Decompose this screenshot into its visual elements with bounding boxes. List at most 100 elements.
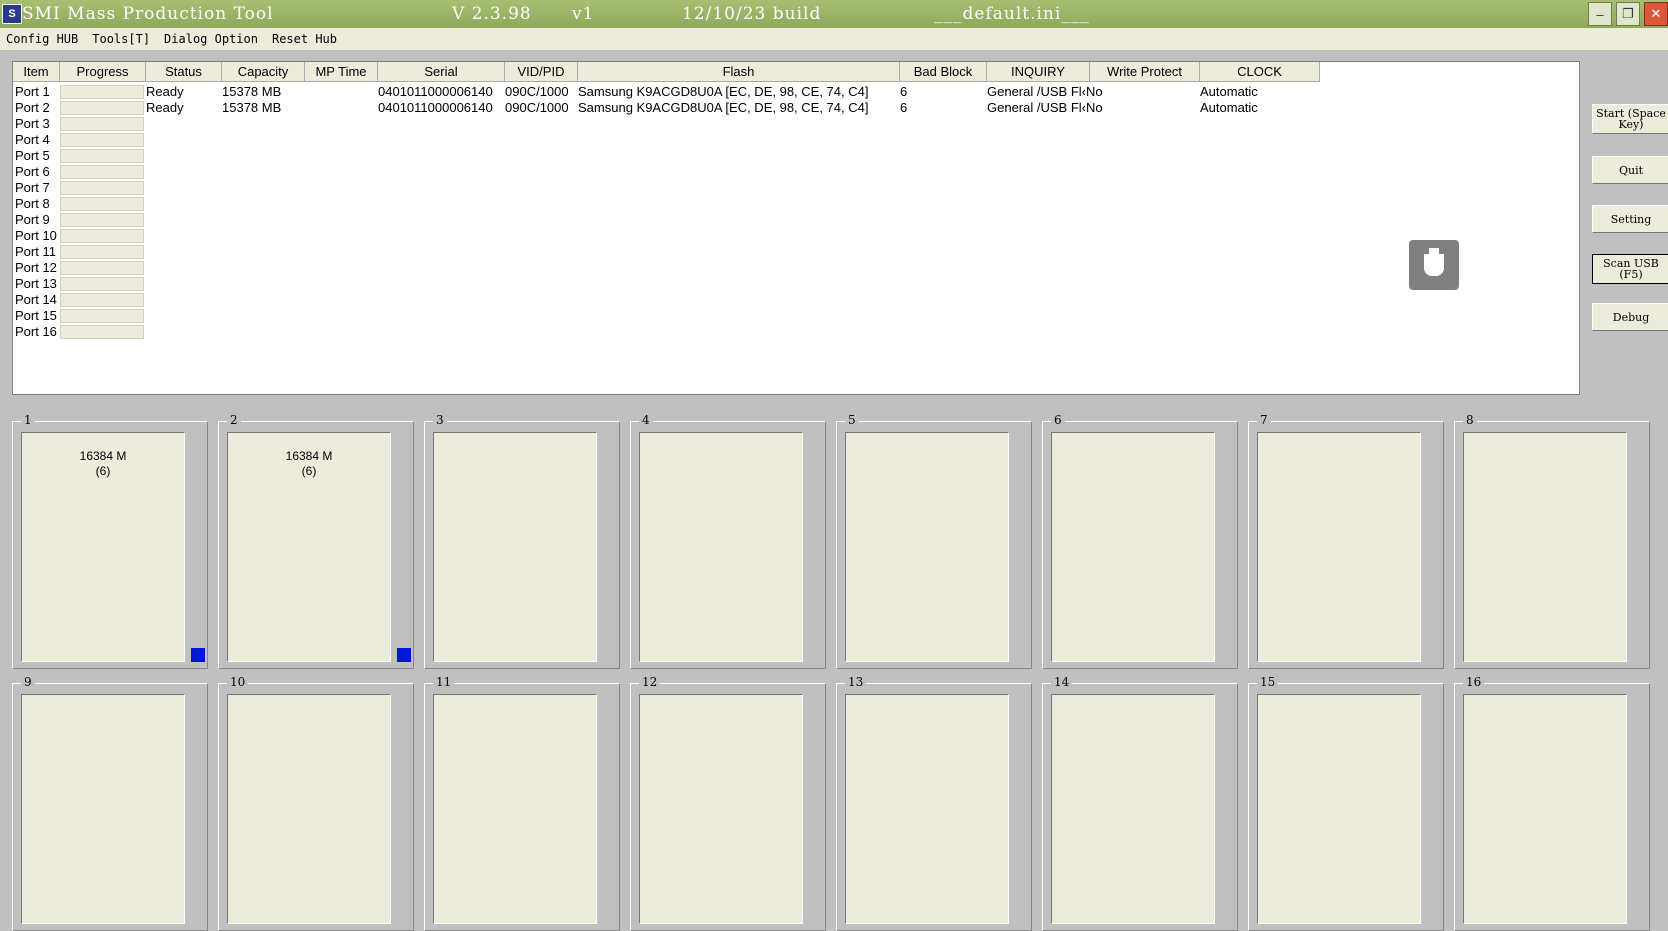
clock-cell: Automatic	[1200, 100, 1258, 115]
column-status[interactable]: Status	[146, 62, 222, 81]
progress-bar	[60, 325, 144, 339]
column-inquiry[interactable]: INQUIRY	[987, 62, 1090, 81]
slot-number: 14	[1051, 675, 1073, 689]
port-label: Port 12	[15, 260, 57, 275]
port-label: Port 11	[15, 244, 56, 259]
port-slot[interactable]: 5	[836, 413, 1032, 669]
column-serial[interactable]: Serial	[378, 62, 505, 81]
maximize-button[interactable]: ❐	[1616, 2, 1640, 26]
port-slot[interactable]: 4	[630, 413, 826, 669]
slot-display	[21, 694, 185, 924]
slot-display	[639, 432, 803, 662]
clock-cell: Automatic	[1200, 84, 1258, 99]
column-flash[interactable]: Flash	[578, 62, 900, 81]
slot-number: 11	[433, 675, 455, 689]
vidpid-cell: 090C/1000	[505, 100, 569, 115]
capacity-cell: 15378 MB	[222, 84, 282, 99]
vidpid-cell: 090C/1000	[505, 84, 569, 99]
progress-bar	[60, 245, 144, 259]
port-label: Port 7	[15, 180, 50, 195]
build-label: 12/10/23 build	[682, 4, 822, 24]
progress-bar	[60, 85, 144, 99]
flash-cell: Samsung K9ACGD8U0A [EC, DE, 98, CE, 74, …	[578, 84, 869, 99]
status-cell: Ready	[146, 84, 184, 99]
port-list[interactable]: Item Progress Status Capacity MP Time Se…	[12, 61, 1580, 395]
port-slot[interactable]: 12	[630, 675, 826, 931]
menu-config-hub[interactable]: Config HUB	[6, 32, 78, 46]
port-slot[interactable]: 8	[1454, 413, 1650, 669]
slot-display	[1463, 432, 1627, 662]
column-item[interactable]: Item	[13, 62, 60, 81]
column-vidpid[interactable]: VID/PID	[505, 62, 578, 81]
slot-bad-block-count: (6)	[301, 464, 317, 478]
slot-number: 15	[1257, 675, 1279, 689]
port-slot[interactable]: 16	[1454, 675, 1650, 931]
start-button[interactable]: Start (Space Key)	[1592, 104, 1668, 134]
column-clock[interactable]: CLOCK	[1200, 62, 1320, 81]
port-slot[interactable]: 14	[1042, 675, 1238, 931]
port-label: Port 10	[15, 228, 57, 243]
port-slot[interactable]: 6	[1042, 413, 1238, 669]
slot-display: 16384 M (6)	[227, 432, 391, 662]
progress-bar	[60, 213, 144, 227]
column-capacity[interactable]: Capacity	[222, 62, 305, 81]
slot-display: 16384 M (6)	[21, 432, 185, 662]
menu-tools[interactable]: Tools[T]	[92, 32, 150, 46]
slot-display	[845, 694, 1009, 924]
minimize-button[interactable]: –	[1588, 2, 1612, 26]
slot-number: 13	[845, 675, 867, 689]
port-list-header: Item Progress Status Capacity MP Time Se…	[13, 62, 1320, 82]
port-slot[interactable]: 3	[424, 413, 620, 669]
slot-number: 1	[21, 413, 35, 427]
quit-button[interactable]: Quit	[1592, 156, 1668, 184]
window-title: SMI Mass Production Tool	[22, 4, 274, 24]
slot-number: 4	[639, 413, 653, 427]
port-slot[interactable]: 7	[1248, 413, 1444, 669]
slot-number: 7	[1257, 413, 1271, 427]
port-label: Port 9	[15, 212, 50, 227]
progress-bar	[60, 101, 144, 115]
column-progress[interactable]: Progress	[60, 62, 146, 81]
progress-bar	[60, 229, 144, 243]
port-label: Port 13	[15, 276, 57, 291]
port-slot[interactable]: 13	[836, 675, 1032, 931]
port-slot[interactable]: 1 16384 M (6)	[12, 413, 208, 669]
slot-number: 5	[845, 413, 859, 427]
slot-display	[1051, 432, 1215, 662]
scan-usb-button[interactable]: Scan USB (F5)	[1592, 254, 1668, 284]
port-label: Port 1	[15, 84, 50, 99]
slot-info: 16384 M (6)	[22, 449, 184, 479]
menu-bar: Config HUB Tools[T] Dialog Option Reset …	[0, 28, 1668, 50]
port-label: Port 4	[15, 132, 50, 147]
version-label: V 2.3.98	[452, 4, 532, 24]
slot-display	[1463, 694, 1627, 924]
slot-status-led	[397, 648, 411, 662]
close-button[interactable]: ✕	[1644, 2, 1668, 26]
slot-status-led	[191, 648, 205, 662]
port-slot[interactable]: 2 16384 M (6)	[218, 413, 414, 669]
column-mp-time[interactable]: MP Time	[305, 62, 378, 81]
slot-info: 16384 M (6)	[228, 449, 390, 479]
port-label: Port 15	[15, 308, 57, 323]
port-slot[interactable]: 9	[12, 675, 208, 931]
port-slot[interactable]: 10	[218, 675, 414, 931]
menu-reset-hub[interactable]: Reset Hub	[272, 32, 337, 46]
slot-number: 12	[639, 675, 661, 689]
column-write-protect[interactable]: Write Protect	[1090, 62, 1200, 81]
progress-bar	[60, 165, 144, 179]
slot-number: 3	[433, 413, 447, 427]
debug-button[interactable]: Debug	[1592, 303, 1668, 331]
column-bad-block[interactable]: Bad Block	[900, 62, 987, 81]
setting-button[interactable]: Setting	[1592, 205, 1668, 233]
port-slot[interactable]: 11	[424, 675, 620, 931]
inquiry-cell: General /USB Fl‹No	[987, 100, 1103, 115]
serial-cell: 0401011000006140	[378, 84, 493, 99]
flash-cell: Samsung K9ACGD8U0A [EC, DE, 98, CE, 74, …	[578, 100, 869, 115]
capacity-cell: 15378 MB	[222, 100, 282, 115]
menu-dialog-option[interactable]: Dialog Option	[164, 32, 258, 46]
slot-capacity: 16384 M	[79, 449, 127, 463]
slot-bad-block-count: (6)	[95, 464, 111, 478]
serial-cell: 0401011000006140	[378, 100, 493, 115]
port-label: Port 5	[15, 148, 50, 163]
port-slot[interactable]: 15	[1248, 675, 1444, 931]
